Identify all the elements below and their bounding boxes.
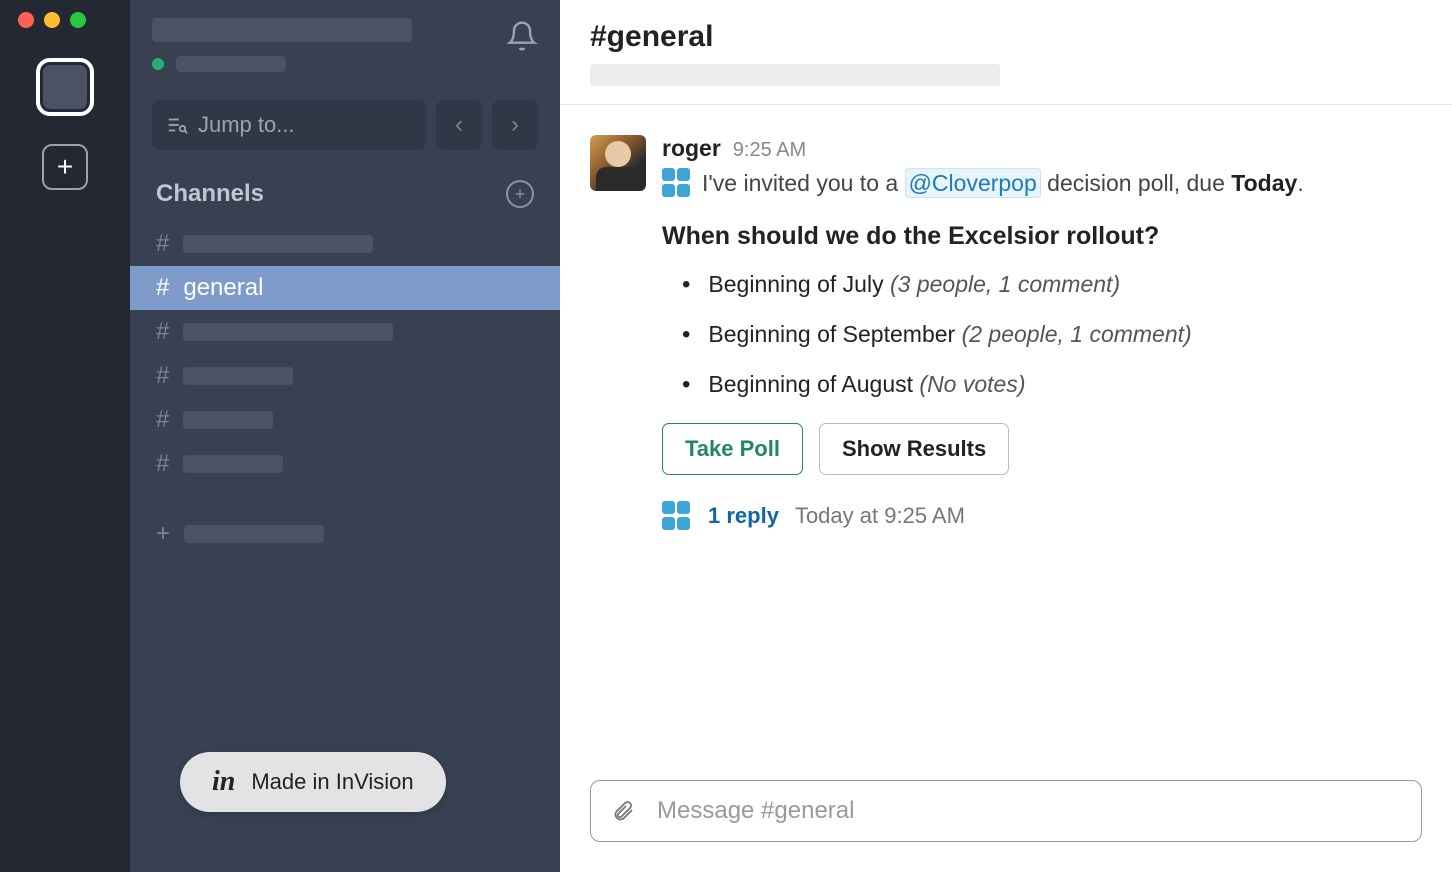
cloverpop-icon xyxy=(662,501,692,531)
message-list: roger 9:25 AM I've invited you to a @Clo… xyxy=(560,105,1452,760)
invision-logo-icon: in xyxy=(212,766,235,798)
chevron-left-icon: ‹ xyxy=(455,111,463,139)
thread-reply-time: Today at 9:25 AM xyxy=(795,503,965,529)
poll-option-meta: (No votes) xyxy=(919,371,1025,397)
message-username[interactable]: roger xyxy=(662,135,721,162)
presence-indicator xyxy=(152,58,164,70)
channel-item[interactable]: # xyxy=(130,222,560,266)
channel-item[interactable]: # xyxy=(130,354,560,398)
main-pane: #general roger 9:25 AM I've invi xyxy=(560,0,1452,872)
hash-icon: # xyxy=(156,230,169,258)
channel-item[interactable]: # xyxy=(130,310,560,354)
channel-name-placeholder xyxy=(183,367,293,385)
poll-option-meta: (3 people, 1 comment) xyxy=(890,271,1120,297)
user-name-placeholder xyxy=(176,56,286,72)
channel-name-placeholder xyxy=(183,455,283,473)
message-timestamp: 9:25 AM xyxy=(733,139,806,162)
maximize-window-button[interactable] xyxy=(70,12,86,28)
poll-option: Beginning of August (No votes) xyxy=(682,371,1422,399)
poll-option-meta: (2 people, 1 comment) xyxy=(962,321,1192,347)
poll-option-label: Beginning of September xyxy=(708,321,955,347)
hash-icon: # xyxy=(156,406,169,434)
channel-name-placeholder xyxy=(183,235,373,253)
hash-icon: # xyxy=(156,362,169,390)
invite-due: Today xyxy=(1231,170,1297,196)
close-window-button[interactable] xyxy=(18,12,34,28)
plus-icon: + xyxy=(515,184,526,205)
poll-question: When should we do the Excelsior rollout? xyxy=(662,222,1422,251)
mention-cloverpop[interactable]: @Cloverpop xyxy=(905,168,1041,198)
cloverpop-icon xyxy=(662,168,692,198)
poll-option: Beginning of July (3 people, 1 comment) xyxy=(682,271,1422,299)
nav-forward-button[interactable]: › xyxy=(492,100,538,150)
add-dm-row[interactable]: + xyxy=(130,512,560,556)
hash-icon: # xyxy=(156,450,169,478)
bell-icon[interactable] xyxy=(506,18,538,54)
workspace-icon[interactable] xyxy=(36,58,94,116)
message: roger 9:25 AM I've invited you to a @Clo… xyxy=(590,135,1422,531)
poll-options: Beginning of July (3 people, 1 comment) … xyxy=(662,271,1422,399)
hash-icon: # xyxy=(156,318,169,346)
take-poll-button[interactable]: Take Poll xyxy=(662,423,803,475)
invite-text-mid: decision poll, due xyxy=(1047,170,1225,196)
workspace-name-placeholder xyxy=(152,18,412,42)
jump-to-placeholder: Jump to... xyxy=(198,112,295,138)
channel-item[interactable]: # xyxy=(130,442,560,486)
window-controls xyxy=(18,12,86,28)
channels-heading: Channels xyxy=(156,180,264,208)
avatar[interactable] xyxy=(590,135,646,191)
channel-topic-placeholder xyxy=(590,64,1000,86)
thread-reply-count[interactable]: 1 reply xyxy=(708,503,779,529)
message-composer[interactable]: Message #general xyxy=(590,780,1422,842)
composer-placeholder: Message #general xyxy=(657,797,854,825)
invision-badge-text: Made in InVision xyxy=(251,769,413,795)
app-window: + Jump to... ‹ › xyxy=(0,0,1452,872)
paperclip-icon[interactable] xyxy=(611,797,635,825)
invision-badge[interactable]: in Made in InVision xyxy=(180,752,446,812)
minimize-window-button[interactable] xyxy=(44,12,60,28)
channel-header: #general xyxy=(560,0,1452,105)
channel-label: general xyxy=(183,274,263,302)
invite-suffix: . xyxy=(1297,170,1303,196)
show-results-button[interactable]: Show Results xyxy=(819,423,1009,475)
plus-icon: + xyxy=(57,151,73,183)
channel-name-placeholder xyxy=(183,323,393,341)
workspace-rail: + xyxy=(0,0,130,872)
poll-option-label: Beginning of August xyxy=(708,371,913,397)
search-list-icon xyxy=(166,114,188,136)
channel-item-general[interactable]: # general xyxy=(130,266,560,310)
jump-to-search[interactable]: Jump to... xyxy=(152,100,426,150)
channel-name-placeholder xyxy=(183,411,273,429)
add-workspace-button[interactable]: + xyxy=(42,144,88,190)
add-channel-button[interactable]: + xyxy=(506,180,534,208)
plus-icon: + xyxy=(156,520,170,548)
channel-item[interactable]: # xyxy=(130,398,560,442)
sidebar: Jump to... ‹ › Channels + # # general # xyxy=(130,0,560,872)
invite-text-prefix: I've invited you to a xyxy=(702,170,898,196)
thread-summary[interactable]: 1 reply Today at 9:25 AM xyxy=(662,501,1422,531)
invite-line: I've invited you to a @Cloverpop decisio… xyxy=(662,168,1422,198)
chevron-right-icon: › xyxy=(511,111,519,139)
channel-title: #general xyxy=(590,20,1422,54)
nav-back-button[interactable]: ‹ xyxy=(436,100,482,150)
poll-option: Beginning of September (2 people, 1 comm… xyxy=(682,321,1422,349)
poll-option-label: Beginning of July xyxy=(708,271,883,297)
hash-icon: # xyxy=(156,274,169,302)
dm-placeholder xyxy=(184,525,324,543)
